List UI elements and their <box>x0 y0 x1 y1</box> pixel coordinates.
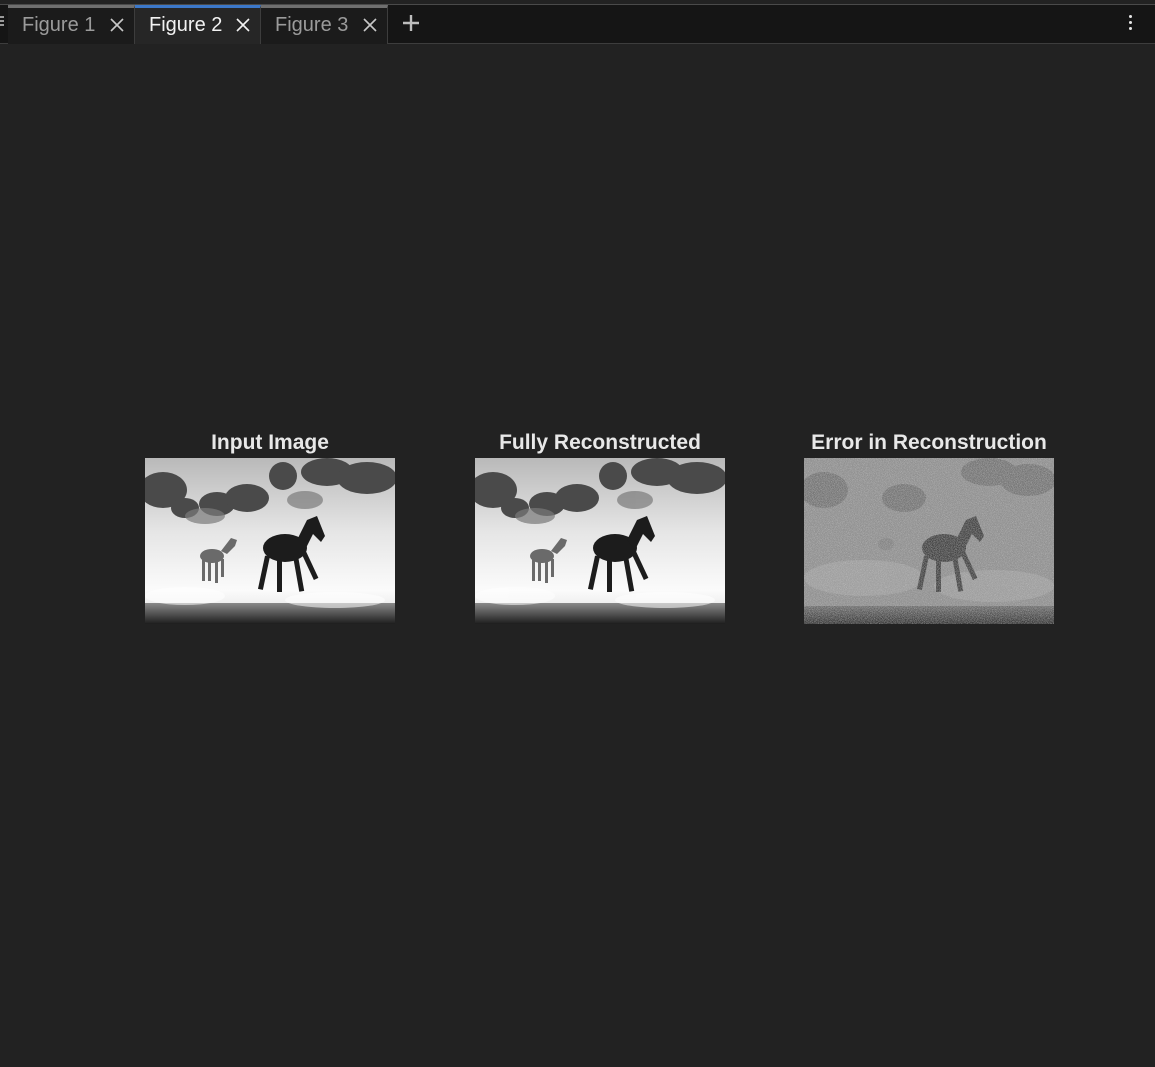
tab-figure-1[interactable]: Figure 1 <box>8 5 135 44</box>
figure-tab-bar: Figure 1 Figure 2 Figure 3 <box>0 4 1155 44</box>
tab-figure-2[interactable]: Figure 2 <box>135 5 261 44</box>
close-icon[interactable] <box>362 17 378 33</box>
tab-figure-3[interactable]: Figure 3 <box>261 5 388 44</box>
subplot-title: Fully Reconstructed <box>499 431 701 454</box>
plus-icon[interactable] <box>400 12 422 34</box>
tab-label: Figure 2 <box>149 14 223 36</box>
close-icon[interactable] <box>235 17 251 33</box>
close-icon[interactable] <box>109 17 125 33</box>
grip-icon[interactable] <box>0 16 4 32</box>
error-image <box>804 458 1054 624</box>
subplot-title: Input Image <box>211 431 329 454</box>
reconstructed-image <box>475 458 725 624</box>
vertical-ellipsis-icon[interactable] <box>1122 15 1138 35</box>
input-image <box>145 458 395 624</box>
tab-label: Figure 1 <box>22 14 96 36</box>
figure-window: Figure 1 Figure 2 Figure 3 Input Image F… <box>0 0 1155 1067</box>
subplot-title: Error in Reconstruction <box>811 431 1047 454</box>
tab-label: Figure 3 <box>275 14 349 36</box>
